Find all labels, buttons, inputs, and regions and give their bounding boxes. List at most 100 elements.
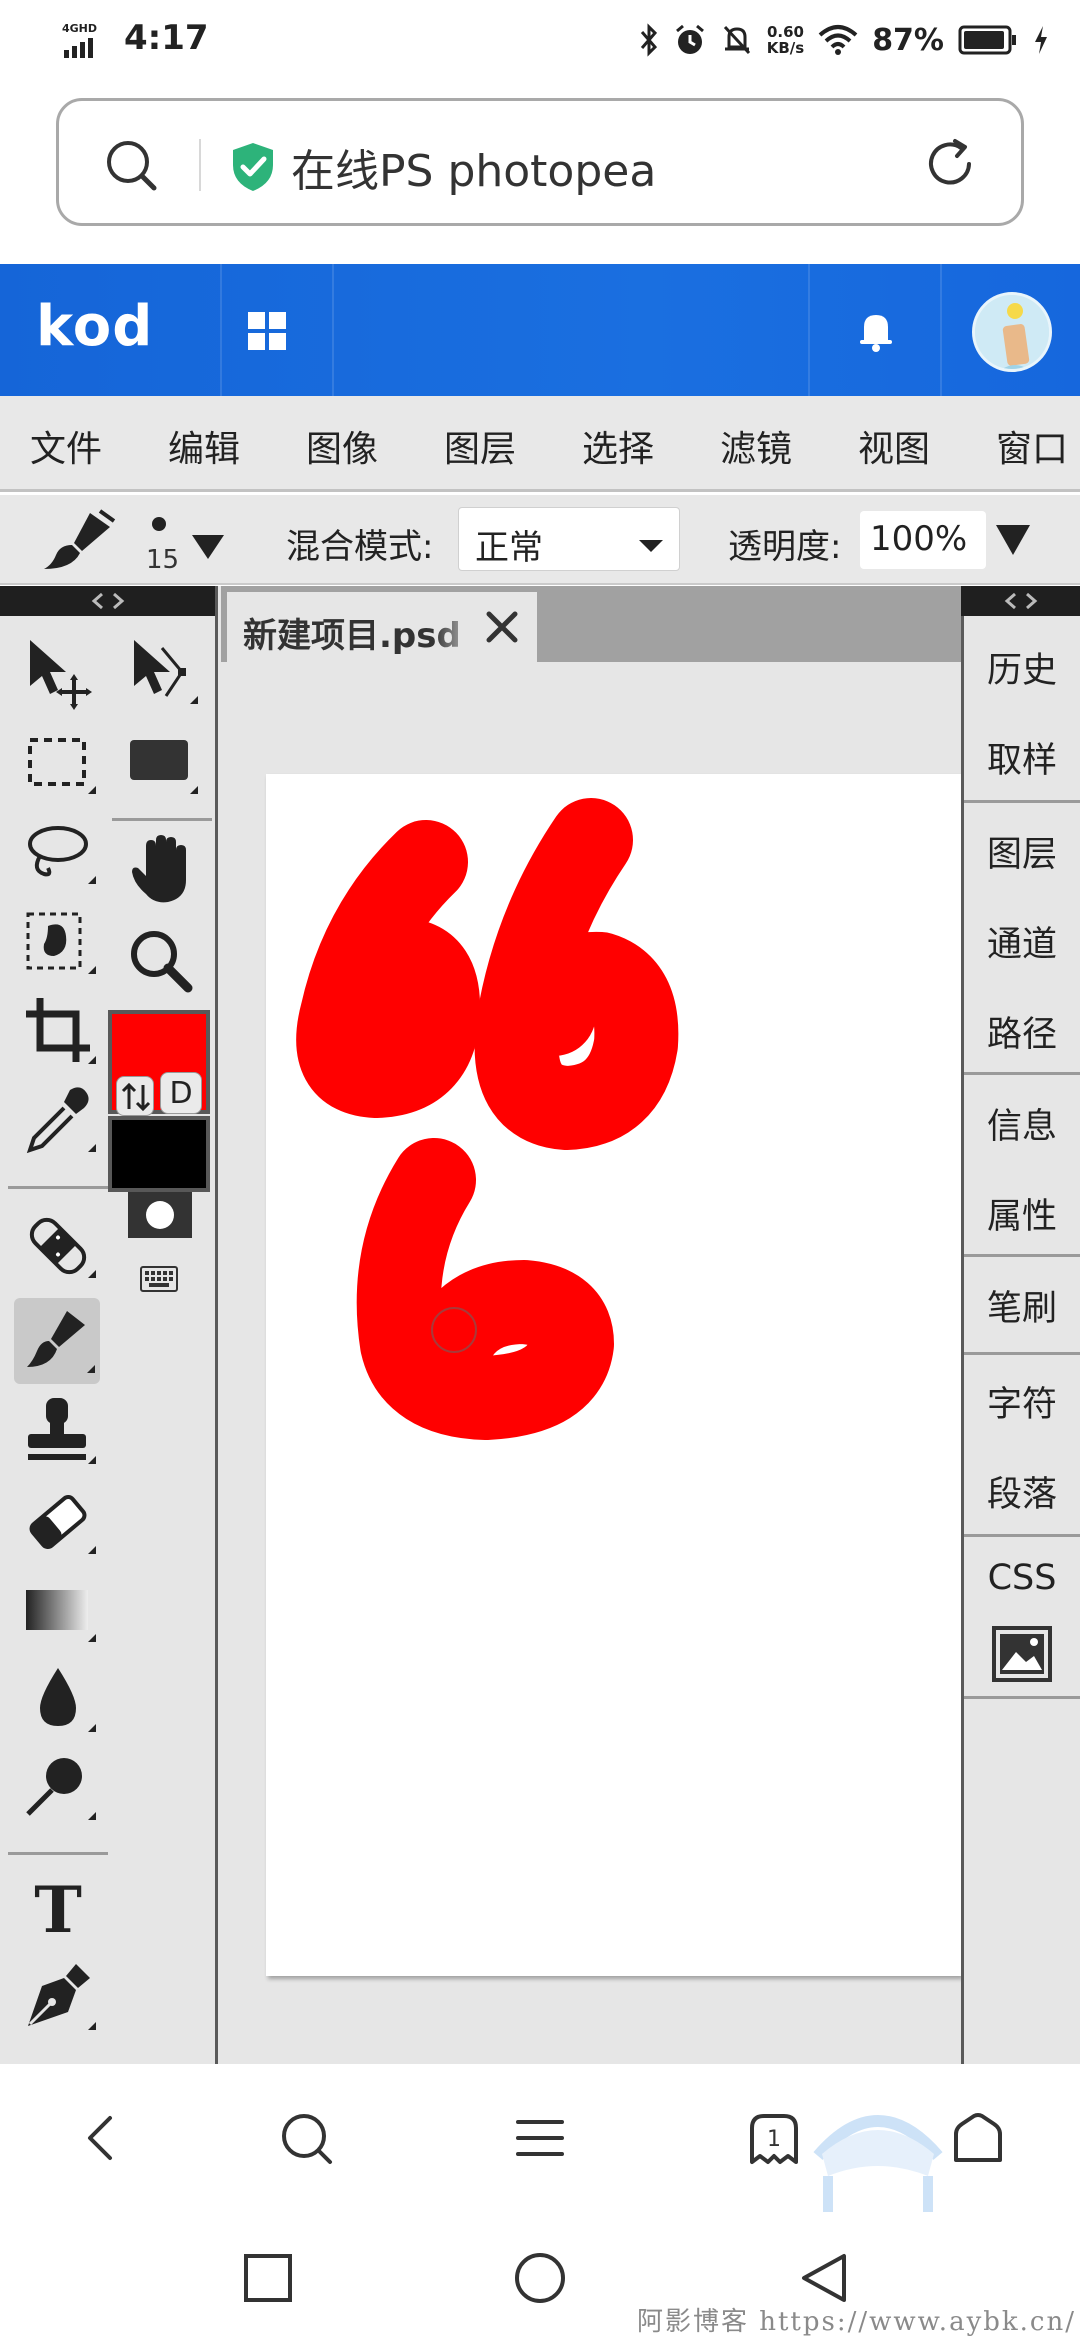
panel-history[interactable]: 历史 xyxy=(964,642,1080,693)
search-icon[interactable] xyxy=(103,137,159,193)
signal-icon: 4GHD xyxy=(62,22,97,58)
kod-header: kod xyxy=(0,264,1080,396)
document-tab[interactable]: 新建项目.psd xyxy=(227,592,537,662)
menu-select[interactable]: 选择 xyxy=(582,420,654,472)
menu-window[interactable]: 窗口 xyxy=(996,420,1068,472)
gradient-tool[interactable] xyxy=(18,1570,98,1650)
menu-layer[interactable]: 图层 xyxy=(444,420,516,472)
address-bar[interactable]: 在线PS photopea xyxy=(56,98,1024,226)
document-canvas[interactable]: 666 xyxy=(266,774,961,1976)
brush-size[interactable]: 15 xyxy=(146,545,179,575)
menu-edit[interactable]: 编辑 xyxy=(168,420,240,472)
brush-preset-icon[interactable] xyxy=(38,507,118,573)
page-title[interactable]: 在线PS photopea xyxy=(291,135,656,199)
blend-mode-select[interactable]: 正常 xyxy=(458,507,680,571)
lasso-tool[interactable] xyxy=(18,812,98,892)
panel-paths[interactable]: 路径 xyxy=(964,1006,1080,1057)
panel-brushes[interactable]: 笔刷 xyxy=(964,1280,1080,1331)
rect-marquee-icon xyxy=(28,738,96,794)
hand-tool[interactable] xyxy=(120,832,200,912)
quick-selection-tool[interactable] xyxy=(18,902,98,982)
system-nav-bar: 阿影博客 https://www.aybk.cn/ xyxy=(0,2212,1080,2340)
panel-separator xyxy=(964,1352,1080,1355)
panel-separator xyxy=(964,1696,1080,1699)
panel-character[interactable]: 字符 xyxy=(964,1376,1080,1427)
panel-info[interactable]: 信息 xyxy=(964,1098,1080,1149)
back-triangle-icon[interactable] xyxy=(796,2250,852,2306)
move-tool[interactable] xyxy=(18,632,98,712)
keyboard-icon[interactable] xyxy=(140,1266,178,1292)
address-divider xyxy=(199,139,201,191)
caret-down-icon[interactable] xyxy=(994,523,1032,557)
panel-css[interactable]: CSS xyxy=(964,1558,1080,1598)
pen-tool[interactable] xyxy=(18,1958,98,2038)
right-panel: 历史 取样 图层 通道 路径 信息 属性 笔刷 字符 段落 CSS xyxy=(961,586,1080,2064)
panel-separator xyxy=(964,800,1080,803)
brush-tool[interactable] xyxy=(14,1298,100,1384)
crop-icon xyxy=(26,998,96,1064)
healing-brush-tool[interactable] xyxy=(18,1206,98,1286)
document-tab-bar: 新建项目.psd xyxy=(221,586,961,662)
kod-logo[interactable]: kod xyxy=(36,294,153,359)
opacity-label: 透明度: xyxy=(728,527,842,567)
quick-mask-button[interactable] xyxy=(128,1192,192,1238)
clone-stamp-tool[interactable] xyxy=(18,1392,98,1472)
lasso-icon xyxy=(28,826,96,884)
notification-bell-icon[interactable] xyxy=(856,308,896,352)
toolbar-collapse-bar[interactable] xyxy=(0,586,215,616)
default-colors-button[interactable]: D xyxy=(160,1072,202,1114)
menu-filter[interactable]: 滤镜 xyxy=(720,420,792,472)
marquee-tool[interactable] xyxy=(18,722,98,802)
blur-tool[interactable] xyxy=(18,1660,98,1740)
panel-swatches[interactable]: 取样 xyxy=(964,732,1080,783)
search-icon[interactable] xyxy=(276,2108,336,2168)
caret-down-icon[interactable] xyxy=(190,531,226,561)
swap-colors-button[interactable] xyxy=(116,1076,154,1116)
rectangle-shape-icon xyxy=(130,740,198,794)
mute-bell-icon xyxy=(723,25,750,55)
brush-size-dot xyxy=(152,517,166,531)
menu-view[interactable]: 视图 xyxy=(858,420,930,472)
path-select-tool[interactable] xyxy=(120,632,200,712)
home-circle-icon[interactable] xyxy=(512,2250,568,2306)
charging-icon xyxy=(1035,26,1047,54)
zoom-tool[interactable] xyxy=(120,922,200,1002)
close-icon[interactable] xyxy=(483,608,521,646)
menu-icon[interactable] xyxy=(510,2108,570,2168)
panel-channels[interactable]: 通道 xyxy=(964,916,1080,967)
stamp-icon xyxy=(28,1398,96,1464)
panel-properties[interactable]: 属性 xyxy=(964,1188,1080,1239)
image-panel-icon[interactable] xyxy=(992,1626,1052,1682)
reload-icon[interactable] xyxy=(921,135,979,193)
watermark-text: 阿影博客 https://www.aybk.cn/ xyxy=(636,2307,1076,2337)
back-icon[interactable] xyxy=(72,2108,132,2168)
header-divider xyxy=(220,264,222,396)
eraser-tool[interactable] xyxy=(18,1482,98,1562)
panel-collapse-bar[interactable] xyxy=(961,586,1080,616)
header-divider xyxy=(940,264,942,396)
tabs-icon[interactable]: 1 xyxy=(744,2108,804,2168)
shape-tool[interactable] xyxy=(120,722,200,802)
apps-grid-icon[interactable] xyxy=(246,310,288,352)
direct-select-icon xyxy=(134,640,198,704)
recents-square-icon[interactable] xyxy=(240,2250,296,2306)
background-color-swatch[interactable] xyxy=(108,1116,210,1192)
home-icon[interactable] xyxy=(948,2108,1008,2168)
clock: 4:17 xyxy=(124,18,209,58)
mask-circle-icon xyxy=(146,1201,174,1229)
eraser-icon xyxy=(29,1495,96,1554)
workspace: T D 新建项目.psd 666 xyxy=(0,586,1080,2064)
eyedropper-tool[interactable] xyxy=(18,1080,98,1160)
swap-arrows-icon xyxy=(121,1082,151,1112)
user-avatar[interactable] xyxy=(972,292,1052,372)
panel-layers[interactable]: 图层 xyxy=(964,826,1080,877)
menu-file[interactable]: 文件 xyxy=(30,420,102,472)
dodge-tool[interactable] xyxy=(18,1748,98,1828)
opacity-input[interactable]: 100% xyxy=(860,511,986,569)
crop-tool[interactable] xyxy=(18,992,98,1072)
panel-separator xyxy=(964,1072,1080,1075)
dodge-icon xyxy=(26,1758,96,1820)
type-tool[interactable]: T xyxy=(18,1868,98,1948)
panel-paragraph[interactable]: 段落 xyxy=(964,1466,1080,1517)
menu-image[interactable]: 图像 xyxy=(306,420,378,472)
